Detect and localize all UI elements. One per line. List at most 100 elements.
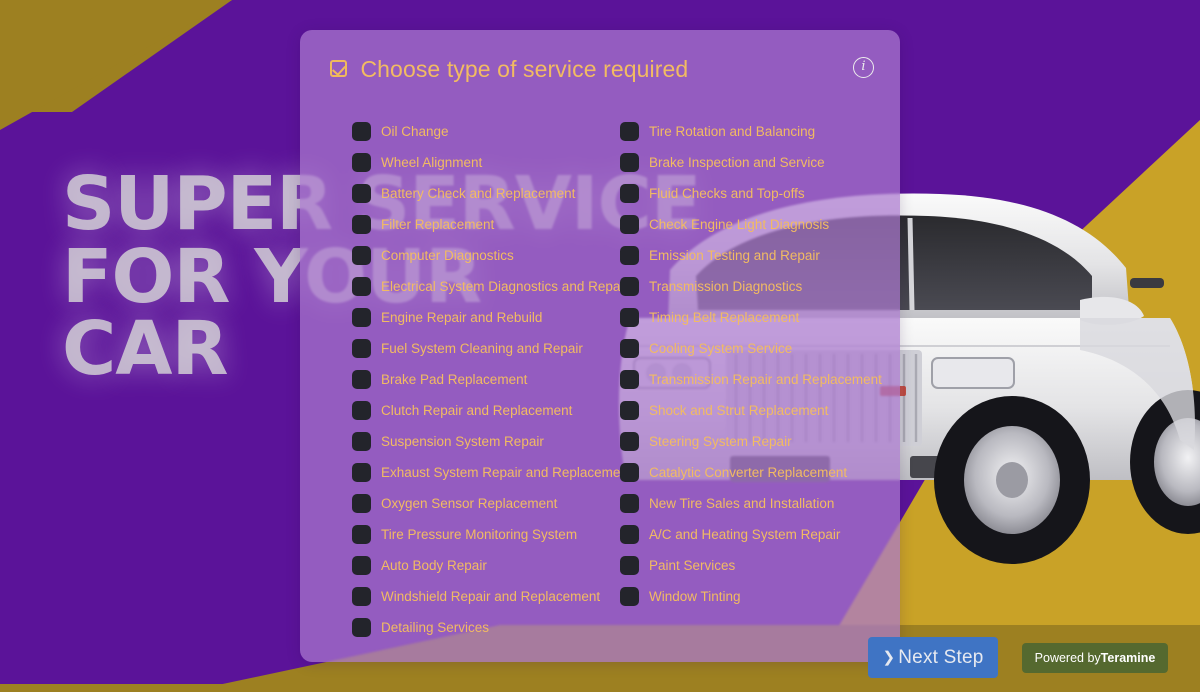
checkbox-unchecked-icon[interactable] xyxy=(620,122,639,141)
checkbox-unchecked-icon[interactable] xyxy=(620,246,639,265)
service-option-row[interactable]: Fluid Checks and Top-offs xyxy=(620,178,882,209)
page-title: Choose type of service required xyxy=(360,56,689,82)
service-option-row[interactable]: Window Tinting xyxy=(620,581,882,612)
front-wheel xyxy=(934,396,1090,564)
checkbox-unchecked-icon[interactable] xyxy=(352,463,371,482)
landing-page-stage: SUPER SERVICE FOR YOUR CAR xyxy=(0,0,1200,692)
service-option-label: Transmission Repair and Replacement xyxy=(649,371,882,387)
next-step-label: Next Step xyxy=(898,646,984,668)
checkbox-unchecked-icon[interactable] xyxy=(352,215,371,234)
checkbox-unchecked-icon[interactable] xyxy=(352,153,371,172)
gold-wedge-bottom xyxy=(0,684,1200,692)
checkbox-unchecked-icon[interactable] xyxy=(620,370,639,389)
chevron-right-icon: ❯ xyxy=(882,648,896,666)
checkbox-unchecked-icon[interactable] xyxy=(620,556,639,575)
service-option-label: Windshield Repair and Replacement xyxy=(381,588,601,604)
service-option-row[interactable]: Detailing Services xyxy=(352,612,632,643)
service-option-row[interactable]: Clutch Repair and Replacement xyxy=(352,395,632,426)
service-option-row[interactable]: Engine Repair and Rebuild xyxy=(352,302,632,333)
service-option-row[interactable]: Catalytic Converter Replacement xyxy=(620,457,882,488)
checkbox-unchecked-icon[interactable] xyxy=(620,339,639,358)
checkbox-unchecked-icon[interactable] xyxy=(352,308,371,327)
checkbox-unchecked-icon[interactable] xyxy=(620,277,639,296)
service-option-label: Catalytic Converter Replacement xyxy=(649,464,848,480)
service-option-row[interactable]: Transmission Repair and Replacement xyxy=(620,364,882,395)
checkbox-unchecked-icon[interactable] xyxy=(620,215,639,234)
service-option-row[interactable]: Suspension System Repair xyxy=(352,426,632,457)
checkbox-unchecked-icon[interactable] xyxy=(352,494,371,513)
service-option-row[interactable]: Timing Belt Replacement xyxy=(620,302,882,333)
service-option-row[interactable]: Windshield Repair and Replacement xyxy=(352,581,632,612)
service-option-label: Brake Inspection and Service xyxy=(649,154,825,170)
service-option-label: Wheel Alignment xyxy=(381,154,483,170)
service-option-row[interactable]: Check Engine Light Diagnosis xyxy=(620,209,882,240)
service-option-row[interactable]: Tire Pressure Monitoring System xyxy=(352,519,632,550)
service-option-row[interactable]: Auto Body Repair xyxy=(352,550,632,581)
checkbox-unchecked-icon[interactable] xyxy=(620,401,639,420)
service-option-label: Clutch Repair and Replacement xyxy=(381,402,573,418)
checkbox-unchecked-icon[interactable] xyxy=(620,494,639,513)
service-option-row[interactable]: Oil Change xyxy=(352,116,632,147)
checkbox-unchecked-icon[interactable] xyxy=(620,432,639,451)
service-option-row[interactable]: Battery Check and Replacement xyxy=(352,178,632,209)
service-option-row[interactable]: Paint Services xyxy=(620,550,882,581)
service-option-row[interactable]: Brake Pad Replacement xyxy=(352,364,632,395)
gold-wedge-top-left-b xyxy=(0,0,232,112)
service-option-row[interactable]: Shock and Strut Replacement xyxy=(620,395,882,426)
checkbox-unchecked-icon[interactable] xyxy=(352,246,371,265)
checkbox-unchecked-icon[interactable] xyxy=(352,370,371,389)
service-option-label: Brake Pad Replacement xyxy=(381,371,528,387)
service-option-row[interactable]: Emission Testing and Repair xyxy=(620,240,882,271)
service-option-row[interactable]: New Tire Sales and Installation xyxy=(620,488,882,519)
service-option-label: Exhaust System Repair and Replacement xyxy=(381,464,632,480)
service-option-row[interactable]: Fuel System Cleaning and Repair xyxy=(352,333,632,364)
checkbox-unchecked-icon[interactable] xyxy=(352,587,371,606)
service-option-row[interactable]: Brake Inspection and Service xyxy=(620,147,882,178)
service-option-row[interactable]: Oxygen Sensor Replacement xyxy=(352,488,632,519)
service-option-label: Oxygen Sensor Replacement xyxy=(381,495,558,511)
service-options-left-column: Oil Change Wheel Alignment Battery Check a… xyxy=(352,116,632,643)
gold-wedge-top-left-main xyxy=(0,0,232,130)
gold-wedge-top-left xyxy=(0,0,230,120)
service-option-row[interactable]: Exhaust System Repair and Replacement xyxy=(352,457,632,488)
checkbox-unchecked-icon[interactable] xyxy=(620,184,639,203)
next-step-button[interactable]: ❯ Next Step xyxy=(868,637,998,678)
service-option-row[interactable]: Computer Diagnostics xyxy=(352,240,632,271)
service-option-label: Battery Check and Replacement xyxy=(381,185,576,201)
service-option-label: Tire Pressure Monitoring System xyxy=(381,526,578,542)
service-option-row[interactable]: Wheel Alignment xyxy=(352,147,632,178)
checkbox-unchecked-icon[interactable] xyxy=(352,184,371,203)
info-circle-icon[interactable]: i xyxy=(853,57,874,78)
service-option-row[interactable]: Cooling System Service xyxy=(620,333,882,364)
checkbox-unchecked-icon[interactable] xyxy=(352,525,371,544)
service-option-label: Shock and Strut Replacement xyxy=(649,402,829,418)
service-option-label: A/C and Heating System Repair xyxy=(649,526,841,542)
powered-by-badge[interactable]: Powered byTeramine xyxy=(1022,643,1168,673)
service-option-label: Check Engine Light Diagnosis xyxy=(649,216,830,232)
checkbox-unchecked-icon[interactable] xyxy=(352,122,371,141)
checkbox-unchecked-icon[interactable] xyxy=(352,339,371,358)
service-option-row[interactable]: Filter Replacement xyxy=(352,209,632,240)
service-option-label: Fluid Checks and Top-offs xyxy=(649,185,805,201)
checkbox-unchecked-icon[interactable] xyxy=(352,401,371,420)
powered-by-prefix: Powered by xyxy=(1034,651,1101,665)
checkbox-unchecked-icon[interactable] xyxy=(620,463,639,482)
checkbox-unchecked-icon[interactable] xyxy=(352,618,371,637)
service-option-label: Tire Rotation and Balancing xyxy=(649,123,816,139)
checkbox-unchecked-icon[interactable] xyxy=(620,587,639,606)
service-selection-panel: Choose type of service required i Oil Ch… xyxy=(300,30,900,662)
service-option-row[interactable]: Tire Rotation and Balancing xyxy=(620,116,882,147)
service-option-label: Electrical System Diagnostics and Repair xyxy=(381,278,628,294)
service-option-row[interactable]: Steering System Repair xyxy=(620,426,882,457)
checkbox-unchecked-icon[interactable] xyxy=(620,153,639,172)
checkbox-unchecked-icon[interactable] xyxy=(352,277,371,296)
service-option-row[interactable]: Transmission Diagnostics xyxy=(620,271,882,302)
service-option-label: Oil Change xyxy=(381,123,449,139)
checkbox-unchecked-icon[interactable] xyxy=(352,432,371,451)
checkbox-unchecked-icon[interactable] xyxy=(352,556,371,575)
service-option-row[interactable]: Electrical System Diagnostics and Repair xyxy=(352,271,632,302)
checkbox-unchecked-icon[interactable] xyxy=(620,308,639,327)
checkbox-unchecked-icon[interactable] xyxy=(620,525,639,544)
service-option-row[interactable]: A/C and Heating System Repair xyxy=(620,519,882,550)
service-option-label: Engine Repair and Rebuild xyxy=(381,309,543,325)
